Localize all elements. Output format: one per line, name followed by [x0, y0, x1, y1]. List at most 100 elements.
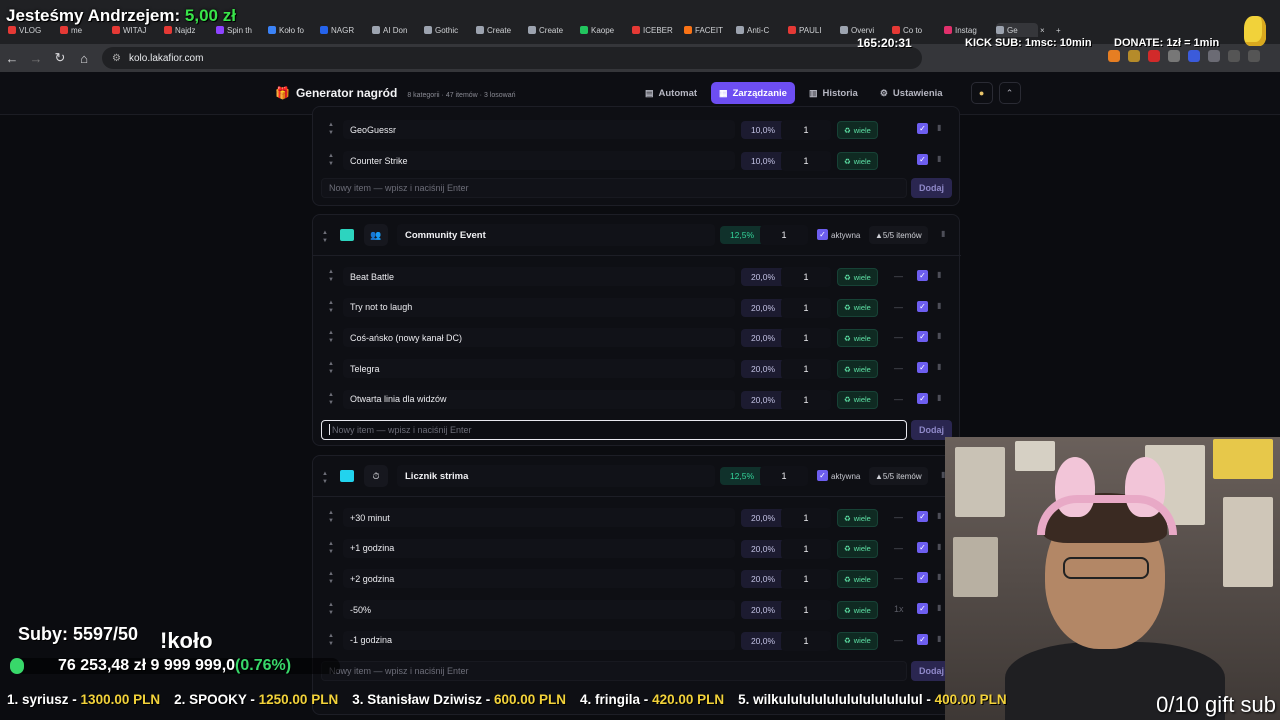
item-name-input[interactable]: +30 minut	[343, 508, 735, 527]
reorder-handle[interactable]: ▲ ▼	[327, 570, 335, 586]
item-weight-input[interactable]: 1	[781, 267, 831, 287]
item-enabled-checkbox[interactable]: ✓	[917, 300, 928, 312]
category-active-checkbox[interactable]: ✓	[817, 470, 828, 481]
item-name-input[interactable]: +1 godzina	[343, 538, 735, 558]
new-item-input[interactable]: Nowy item — wpisz i naciśnij Enter	[321, 178, 907, 198]
item-weight-input[interactable]: 1	[781, 600, 831, 621]
limit-value[interactable]: —	[894, 573, 903, 583]
extension-icon[interactable]	[1208, 50, 1220, 62]
tab-ustawienia[interactable]: ⚙ Ustawienia	[872, 82, 951, 104]
url-field[interactable]: ⚙ kolo.lakafior.com	[102, 47, 922, 69]
tab-automat[interactable]: ▤ Automat	[637, 82, 705, 104]
item-enabled-checkbox[interactable]: ✓	[917, 362, 928, 374]
item-name-input[interactable]: Try not to laugh	[343, 297, 735, 317]
item-enabled-checkbox[interactable]: ✓	[917, 331, 928, 343]
downloads-icon[interactable]	[1228, 50, 1240, 62]
limit-value[interactable]: —	[894, 543, 903, 553]
category-reorder-handle[interactable]: ▲ ▼	[321, 229, 329, 245]
category-emoji-button[interactable]: ⏱	[364, 465, 388, 487]
site-info-icon[interactable]: ⚙	[112, 53, 121, 64]
limit-value[interactable]: —	[894, 332, 903, 342]
extension-icon[interactable]	[1108, 50, 1120, 62]
extension-icon[interactable]	[1168, 50, 1180, 62]
reorder-handle[interactable]: ▲ ▼	[327, 268, 335, 284]
reorder-handle[interactable]: ▲ ▼	[327, 509, 335, 525]
item-name-input[interactable]: Counter Strike	[343, 151, 735, 170]
category-active-checkbox[interactable]: ✓	[817, 229, 828, 240]
reorder-handle[interactable]: ▲ ▼	[327, 121, 335, 137]
home-icon[interactable]: ⌂	[72, 51, 96, 66]
forward-icon[interactable]: →	[24, 51, 48, 66]
browser-tab[interactable]: ICEBER	[632, 23, 682, 37]
extension-icon[interactable]	[1148, 50, 1160, 62]
extension-icon[interactable]	[1188, 50, 1200, 62]
item-weight-input[interactable]: 1	[781, 120, 831, 140]
repeat-mode-button[interactable]: ♻ wiele	[837, 121, 878, 139]
trash-icon[interactable]: ▮	[937, 603, 941, 612]
browser-tab[interactable]: Anti-C	[736, 23, 786, 37]
repeat-mode-button[interactable]: ♻ wiele	[837, 631, 878, 650]
item-weight-input[interactable]: 1	[781, 630, 831, 651]
tab-historia[interactable]: ▥ Historia	[801, 82, 866, 104]
category-name-input[interactable]: Licznik strima	[397, 465, 715, 487]
category-color-swatch[interactable]	[340, 470, 354, 482]
item-weight-input[interactable]: 1	[781, 538, 831, 559]
close-tab-icon[interactable]: ×	[1040, 23, 1054, 37]
browser-tab[interactable]: Co to	[892, 23, 942, 37]
trash-icon[interactable]: ▮	[937, 331, 941, 340]
trash-icon[interactable]: ▮	[937, 270, 941, 279]
limit-value[interactable]: —	[894, 512, 903, 522]
category-items-toggle[interactable]: ▲ 5/5 itemów	[869, 467, 928, 485]
trash-icon[interactable]: ▮	[937, 542, 941, 551]
repeat-mode-button[interactable]: ♻ wiele	[837, 390, 878, 409]
reorder-handle[interactable]: ▲ ▼	[327, 632, 335, 648]
repeat-mode-button[interactable]: ♻ wiele	[837, 152, 878, 170]
browser-tab[interactable]: AI Don	[372, 23, 422, 37]
reorder-handle[interactable]: ▲ ▼	[327, 299, 335, 315]
browser-tab[interactable]: Ge	[996, 23, 1038, 37]
item-enabled-checkbox[interactable]: ✓	[917, 154, 928, 165]
item-name-input[interactable]: GeoGuessr	[343, 120, 735, 139]
back-icon[interactable]: ←	[0, 51, 24, 66]
limit-value[interactable]: —	[894, 363, 903, 373]
browser-tab[interactable]: Create	[476, 23, 526, 37]
trash-icon[interactable]: ▮	[937, 362, 941, 371]
browser-tab[interactable]: Koło fo	[268, 23, 318, 37]
reorder-handle[interactable]: ▲ ▼	[327, 540, 335, 556]
new-tab-icon[interactable]: +	[1056, 23, 1070, 37]
category-weight-input[interactable]: 1	[760, 466, 808, 486]
repeat-mode-button[interactable]: ♻ wiele	[837, 360, 878, 379]
trash-icon[interactable]: ▮	[937, 154, 941, 163]
trash-icon[interactable]: ▮	[941, 229, 945, 238]
item-enabled-checkbox[interactable]: ✓	[917, 123, 928, 134]
reload-icon[interactable]: ↻	[48, 50, 72, 66]
category-color-swatch[interactable]	[340, 229, 354, 241]
lightbulb-icon[interactable]: ●	[970, 82, 993, 104]
item-weight-input[interactable]: 1	[781, 297, 831, 318]
browser-tab[interactable]: NAGR	[320, 23, 370, 37]
browser-tab[interactable]: Gothic	[424, 23, 474, 37]
repeat-mode-button[interactable]: ♻ wiele	[837, 509, 878, 527]
extension-icon[interactable]	[1128, 50, 1140, 62]
item-enabled-checkbox[interactable]: ✓	[917, 511, 928, 522]
reorder-handle[interactable]: ▲ ▼	[327, 152, 335, 168]
category-weight-input[interactable]: 1	[760, 225, 808, 245]
item-weight-input[interactable]: 1	[781, 569, 831, 590]
reorder-handle[interactable]: ▲ ▼	[327, 329, 335, 345]
browser-tab[interactable]: Instag	[944, 23, 994, 37]
item-name-input[interactable]: Telegra	[343, 359, 735, 379]
limit-value[interactable]: —	[894, 394, 903, 404]
trash-icon[interactable]: ▮	[937, 572, 941, 581]
browser-tab[interactable]: PAULI	[788, 23, 838, 37]
new-item-input[interactable]: Nowy item — wpisz i naciśnij Enter	[321, 660, 907, 681]
item-enabled-checkbox[interactable]: ✓	[917, 392, 928, 404]
browser-tab[interactable]: Overvi	[840, 23, 890, 37]
item-weight-input[interactable]: 1	[781, 389, 831, 410]
reorder-handle[interactable]: ▲ ▼	[327, 601, 335, 617]
item-enabled-checkbox[interactable]: ✓	[917, 572, 928, 584]
browser-tab[interactable]: FACEIT	[684, 23, 734, 37]
item-name-input[interactable]: Coś-ańsko (nowy kanał DC)	[343, 328, 735, 348]
repeat-mode-button[interactable]: ♻ wiele	[837, 601, 878, 620]
category-items-toggle[interactable]: ▲ 5/5 itemów	[869, 226, 928, 244]
category-emoji-button[interactable]: 👥	[364, 224, 388, 246]
